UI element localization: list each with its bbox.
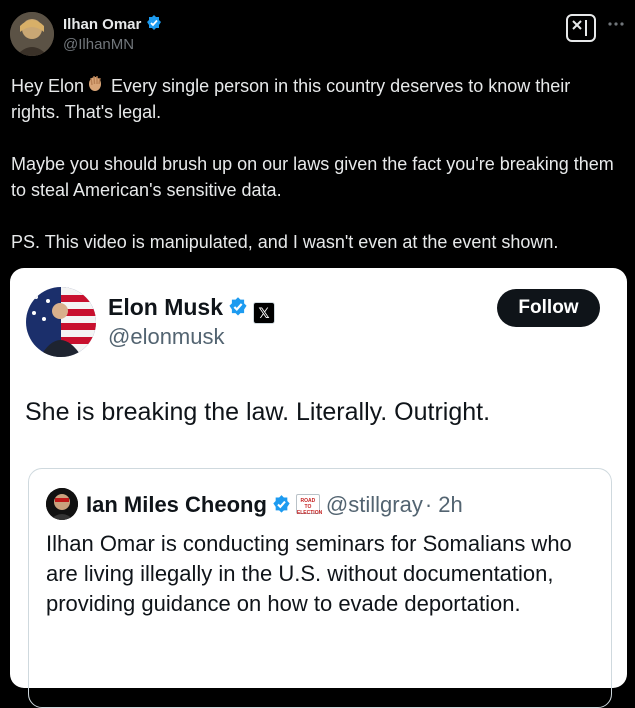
grok-icon[interactable] bbox=[566, 14, 596, 42]
embedded-author-name[interactable]: Elon Musk 𝕏 bbox=[108, 294, 276, 324]
embedded-author-avatar[interactable] bbox=[26, 287, 96, 357]
quoted-author-handle[interactable]: @stillgray bbox=[326, 492, 423, 517]
embedded-post-text: She is breaking the law. Literally. Outr… bbox=[25, 398, 491, 426]
more-options-icon[interactable] bbox=[606, 14, 628, 36]
verified-badge-icon bbox=[145, 14, 163, 36]
quoted-author-line: Ian Miles Cheong ROAD TO ELECTION @stillgr… bbox=[86, 492, 463, 521]
post-header: Ilhan Omar @IlhanMN bbox=[0, 0, 635, 62]
waving-hand-emoji bbox=[84, 72, 106, 99]
author-name-text[interactable]: Ilhan Omar bbox=[63, 16, 141, 33]
quoted-post-time[interactable]: · 2h bbox=[425, 492, 463, 517]
post-text-greeting: Hey Elon bbox=[11, 76, 85, 96]
post-paragraph-3: PS. This video is manipulated, and I was… bbox=[11, 232, 559, 252]
embedded-post-card[interactable]: Elon Musk 𝕏 @elonmusk Follow She is break… bbox=[10, 268, 627, 708]
post-text: Hey Elon Every single person in this cou… bbox=[11, 72, 621, 281]
road-to-election-badge-icon: ROAD TO ELECTION bbox=[295, 494, 322, 516]
quoted-author-avatar[interactable] bbox=[46, 488, 78, 520]
post-paragraph-1: Hey Elon Every single person in this cou… bbox=[11, 72, 621, 125]
embedded-author-handle[interactable]: @elonmusk bbox=[108, 324, 225, 350]
embedded-author-name-text[interactable]: Elon Musk bbox=[108, 294, 223, 320]
verified-badge-icon bbox=[227, 296, 249, 324]
author-name[interactable]: Ilhan Omar bbox=[63, 14, 163, 36]
verified-badge-icon bbox=[271, 494, 292, 521]
quoted-post-text: Ilhan Omar is conducting seminars for So… bbox=[46, 531, 572, 616]
author-avatar[interactable] bbox=[10, 12, 54, 56]
author-handle[interactable]: @IlhanMN bbox=[63, 36, 134, 53]
follow-button[interactable]: Follow bbox=[497, 289, 600, 327]
quoted-author-name[interactable]: Ian Miles Cheong bbox=[86, 492, 267, 517]
quoted-post[interactable]: Ian Miles Cheong ROAD TO ELECTION @stillgr… bbox=[28, 468, 612, 708]
post-paragraph-2: Maybe you should brush up on our laws gi… bbox=[11, 154, 614, 200]
x-logo-icon: 𝕏 bbox=[253, 302, 276, 324]
